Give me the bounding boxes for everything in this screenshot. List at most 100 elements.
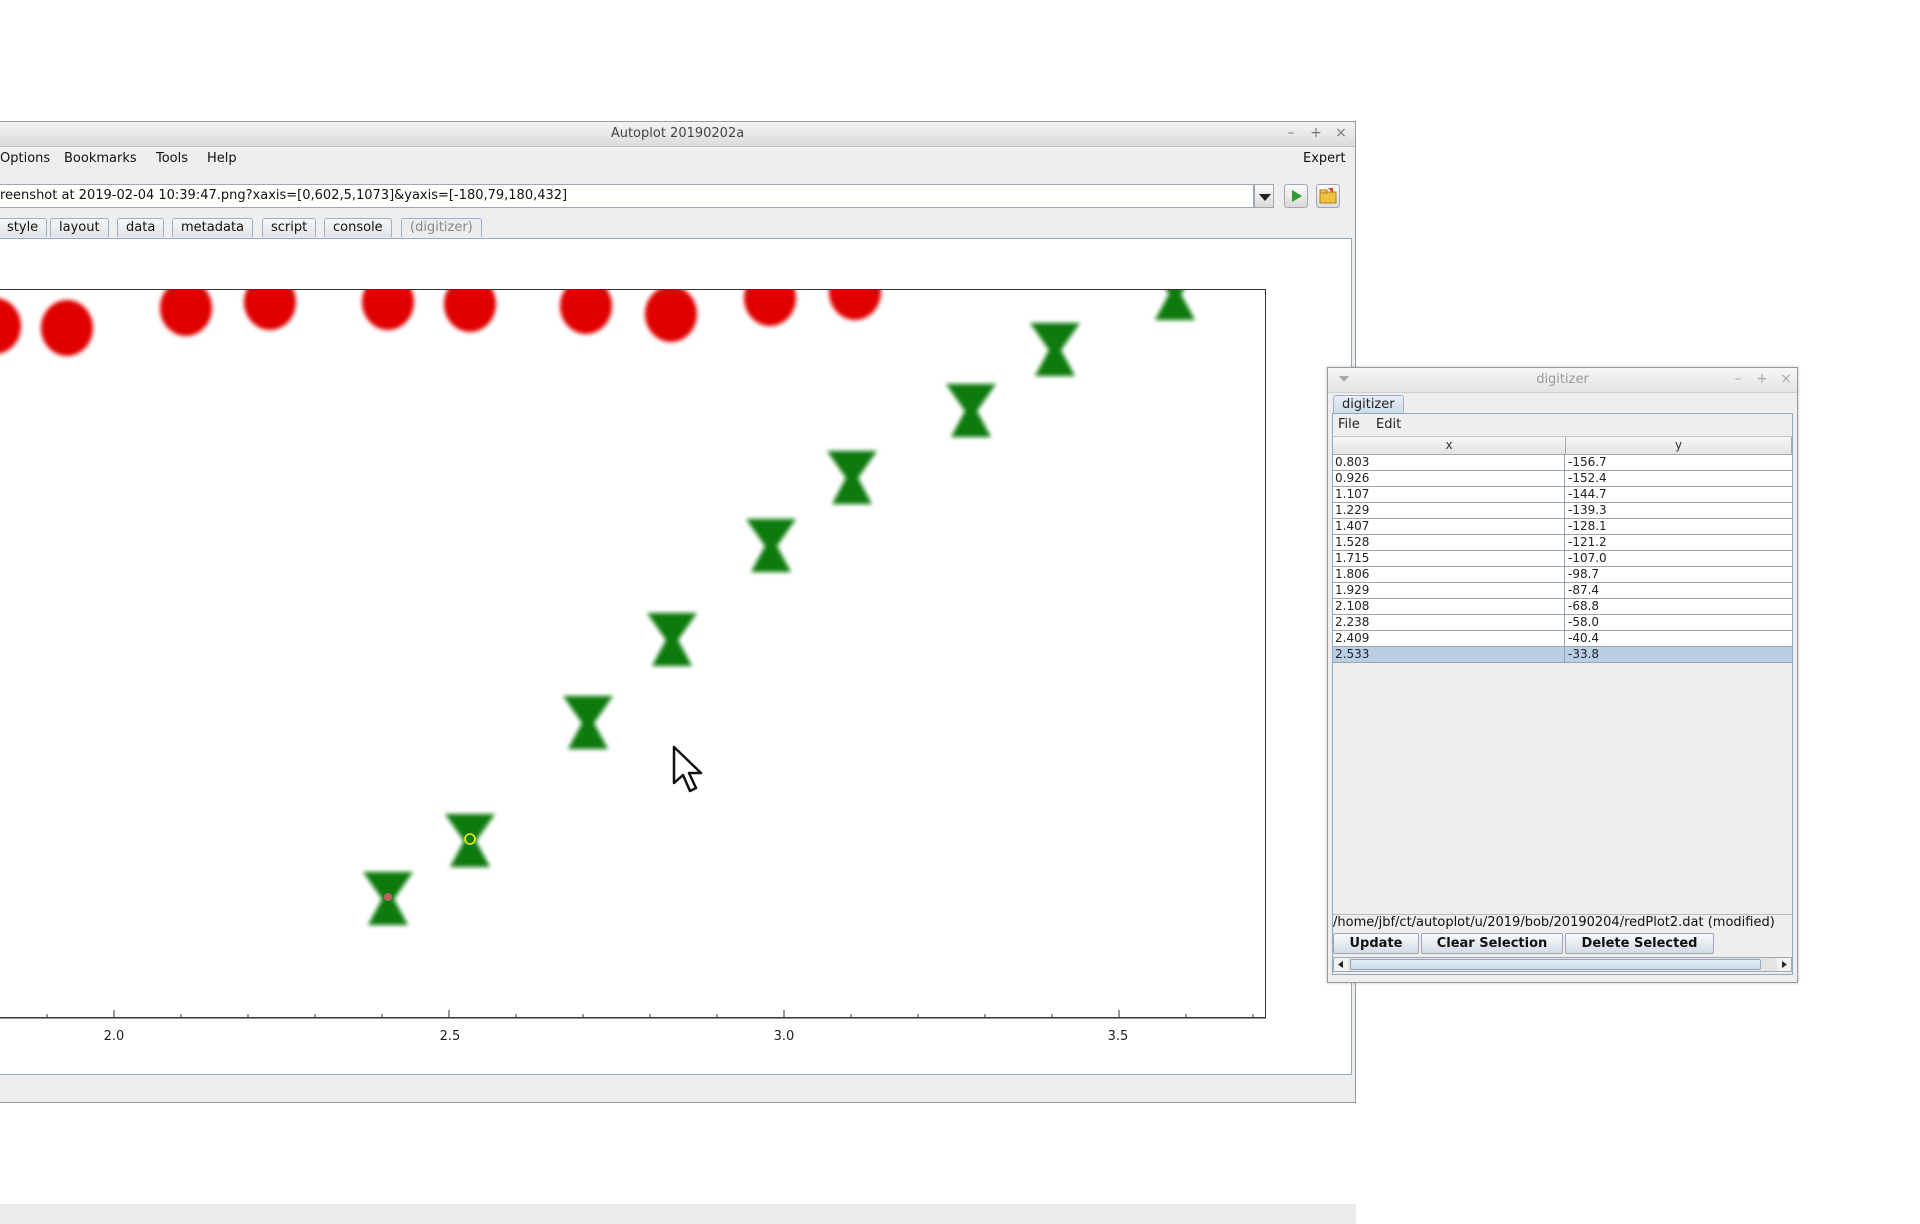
red-circle-marker bbox=[41, 300, 93, 356]
red-circle-marker bbox=[244, 290, 296, 330]
open-file-button[interactable] bbox=[1316, 184, 1340, 208]
minimize-icon[interactable]: – bbox=[1283, 125, 1299, 141]
cell-y: -68.8 bbox=[1568, 599, 1600, 613]
table-row[interactable]: 1.107 -144.7 bbox=[1333, 487, 1792, 503]
table-row[interactable]: 1.715 -107.0 bbox=[1333, 551, 1792, 567]
cell-x: 1.528 bbox=[1333, 535, 1565, 550]
tab-script[interactable]: script bbox=[262, 218, 317, 237]
clear-selection-button[interactable]: Clear Selection bbox=[1421, 933, 1563, 954]
red-markers bbox=[0, 290, 881, 356]
digitizer-menu-bar: File Edit bbox=[1333, 414, 1792, 437]
go-button[interactable] bbox=[1284, 184, 1308, 208]
cell-y: -87.4 bbox=[1568, 583, 1600, 597]
plot-canvas[interactable] bbox=[0, 289, 1266, 1018]
green-markers bbox=[363, 290, 1195, 925]
table-row[interactable]: 1.806 -98.7 bbox=[1333, 567, 1792, 583]
green-triangle-marker bbox=[647, 613, 697, 666]
menu-tools[interactable]: Tools bbox=[156, 151, 188, 166]
menu-help[interactable]: Help bbox=[207, 151, 237, 166]
table-body: 0.803 -156.7 0.926 -152.4 1.107 -144.7 1.229 -1… bbox=[1333, 455, 1792, 663]
x-tick-label: 3.0 bbox=[774, 1029, 795, 1044]
green-triangle-marker bbox=[1030, 323, 1080, 376]
title-bar[interactable]: Autoplot 20190202a – + × bbox=[0, 122, 1355, 147]
scrollbar-thumb[interactable] bbox=[1350, 959, 1761, 970]
cell-x: 2.238 bbox=[1333, 615, 1565, 630]
cell-x: 1.929 bbox=[1333, 583, 1565, 598]
cell-x: 0.803 bbox=[1333, 455, 1565, 470]
green-triangle-marker bbox=[827, 451, 877, 504]
red-circle-marker bbox=[444, 290, 496, 332]
table-row[interactable]: 2.108 -68.8 bbox=[1333, 599, 1792, 615]
green-triangle-marker bbox=[1155, 290, 1195, 320]
maximize-icon[interactable]: + bbox=[1308, 125, 1324, 141]
cell-x: 2.409 bbox=[1333, 631, 1565, 646]
arrow-left-icon bbox=[1338, 961, 1343, 968]
cell-y: -156.7 bbox=[1568, 455, 1607, 469]
tab-data[interactable]: data bbox=[117, 218, 165, 237]
close-icon[interactable]: × bbox=[1778, 371, 1794, 387]
table-row[interactable]: 2.533 -33.8 bbox=[1333, 647, 1792, 663]
update-button[interactable]: Update bbox=[1333, 933, 1419, 954]
minimize-icon[interactable]: – bbox=[1730, 371, 1746, 387]
digitized-point-marker[interactable] bbox=[384, 893, 392, 901]
tab-layout[interactable]: layout bbox=[50, 218, 109, 237]
menu-file[interactable]: File bbox=[1338, 417, 1360, 432]
x-tick-label: 2.5 bbox=[440, 1029, 461, 1044]
red-circle-marker bbox=[0, 298, 21, 354]
table-row[interactable]: 1.528 -121.2 bbox=[1333, 535, 1792, 551]
table-row[interactable]: 0.926 -152.4 bbox=[1333, 471, 1792, 487]
file-path-label: /home/jbf/ct/autoplot/u/2019/bob/2019020… bbox=[1333, 915, 1775, 930]
table-row[interactable]: 0.803 -156.7 bbox=[1333, 455, 1792, 471]
cell-y: -139.3 bbox=[1568, 503, 1607, 517]
menu-bar: Options Bookmarks Tools Help Expert bbox=[0, 147, 1355, 170]
cell-x: 2.108 bbox=[1333, 599, 1565, 614]
cell-x: 1.107 bbox=[1333, 487, 1565, 502]
table-row[interactable]: 1.929 -87.4 bbox=[1333, 583, 1792, 599]
horizontal-scrollbar[interactable] bbox=[1333, 957, 1792, 972]
column-header-x[interactable]: x bbox=[1333, 437, 1566, 454]
green-triangle-marker bbox=[445, 814, 495, 867]
uri-input[interactable]: reenshot at 2019-02-04 10:39:47.png?xaxi… bbox=[0, 184, 1254, 208]
table-row[interactable]: 2.409 -40.4 bbox=[1333, 631, 1792, 647]
arrow-right-icon bbox=[1782, 961, 1787, 968]
digitized-points-table[interactable]: x y 0.803 -156.7 0.926 -152.4 1.107 -144.7 1.2… bbox=[1333, 437, 1792, 915]
digitizer-panel: File Edit x y 0.803 -156.7 0.926 -152.4 1.10… bbox=[1332, 413, 1793, 975]
close-icon[interactable]: × bbox=[1333, 125, 1349, 141]
green-triangle-marker bbox=[563, 696, 613, 749]
tab-metadata[interactable]: metadata bbox=[172, 218, 254, 237]
cell-y: -128.1 bbox=[1568, 519, 1607, 533]
delete-selected-button[interactable]: Delete Selected bbox=[1565, 933, 1714, 954]
red-circle-marker bbox=[362, 290, 414, 330]
red-circle-marker bbox=[744, 290, 796, 326]
x-tick-label: 2.0 bbox=[104, 1029, 125, 1044]
column-header-y[interactable]: y bbox=[1566, 437, 1792, 454]
menu-edit[interactable]: Edit bbox=[1376, 417, 1401, 432]
cell-x: 2.533 bbox=[1333, 647, 1565, 662]
uri-history-dropdown-icon[interactable] bbox=[1254, 184, 1274, 208]
cell-y: -144.7 bbox=[1568, 487, 1607, 501]
scroll-left-button[interactable] bbox=[1334, 958, 1348, 971]
table-row[interactable]: 1.229 -139.3 bbox=[1333, 503, 1792, 519]
digitizer-title-bar[interactable]: digitizer – + × bbox=[1328, 368, 1797, 393]
menu-bookmarks[interactable]: Bookmarks bbox=[64, 151, 137, 166]
scroll-right-button[interactable] bbox=[1777, 958, 1791, 971]
red-circle-marker bbox=[160, 290, 212, 336]
tab-console[interactable]: console bbox=[324, 218, 392, 237]
tab-digitizer-panel[interactable]: digitizer bbox=[1333, 395, 1404, 413]
tab-digitizer[interactable]: (digitizer) bbox=[401, 218, 482, 237]
cell-y: -98.7 bbox=[1568, 567, 1600, 581]
cell-y: -152.4 bbox=[1568, 471, 1607, 485]
mouse-cursor-icon bbox=[672, 745, 703, 793]
menu-options[interactable]: Options bbox=[0, 151, 50, 166]
cell-y: -107.0 bbox=[1568, 551, 1607, 565]
maximize-icon[interactable]: + bbox=[1754, 371, 1770, 387]
tab-style[interactable]: style bbox=[0, 218, 48, 237]
cell-x: 0.926 bbox=[1333, 471, 1565, 486]
expert-menu[interactable]: Expert bbox=[1303, 151, 1346, 166]
table-row[interactable]: 2.238 -58.0 bbox=[1333, 615, 1792, 631]
x-axis: 2.0 2.5 3.0 3.5 bbox=[0, 1010, 1266, 1044]
table-row[interactable]: 1.407 -128.1 bbox=[1333, 519, 1792, 535]
cell-x: 1.407 bbox=[1333, 519, 1565, 534]
digitizer-title: digitizer bbox=[1536, 372, 1589, 387]
open-folder-icon bbox=[1319, 188, 1337, 204]
